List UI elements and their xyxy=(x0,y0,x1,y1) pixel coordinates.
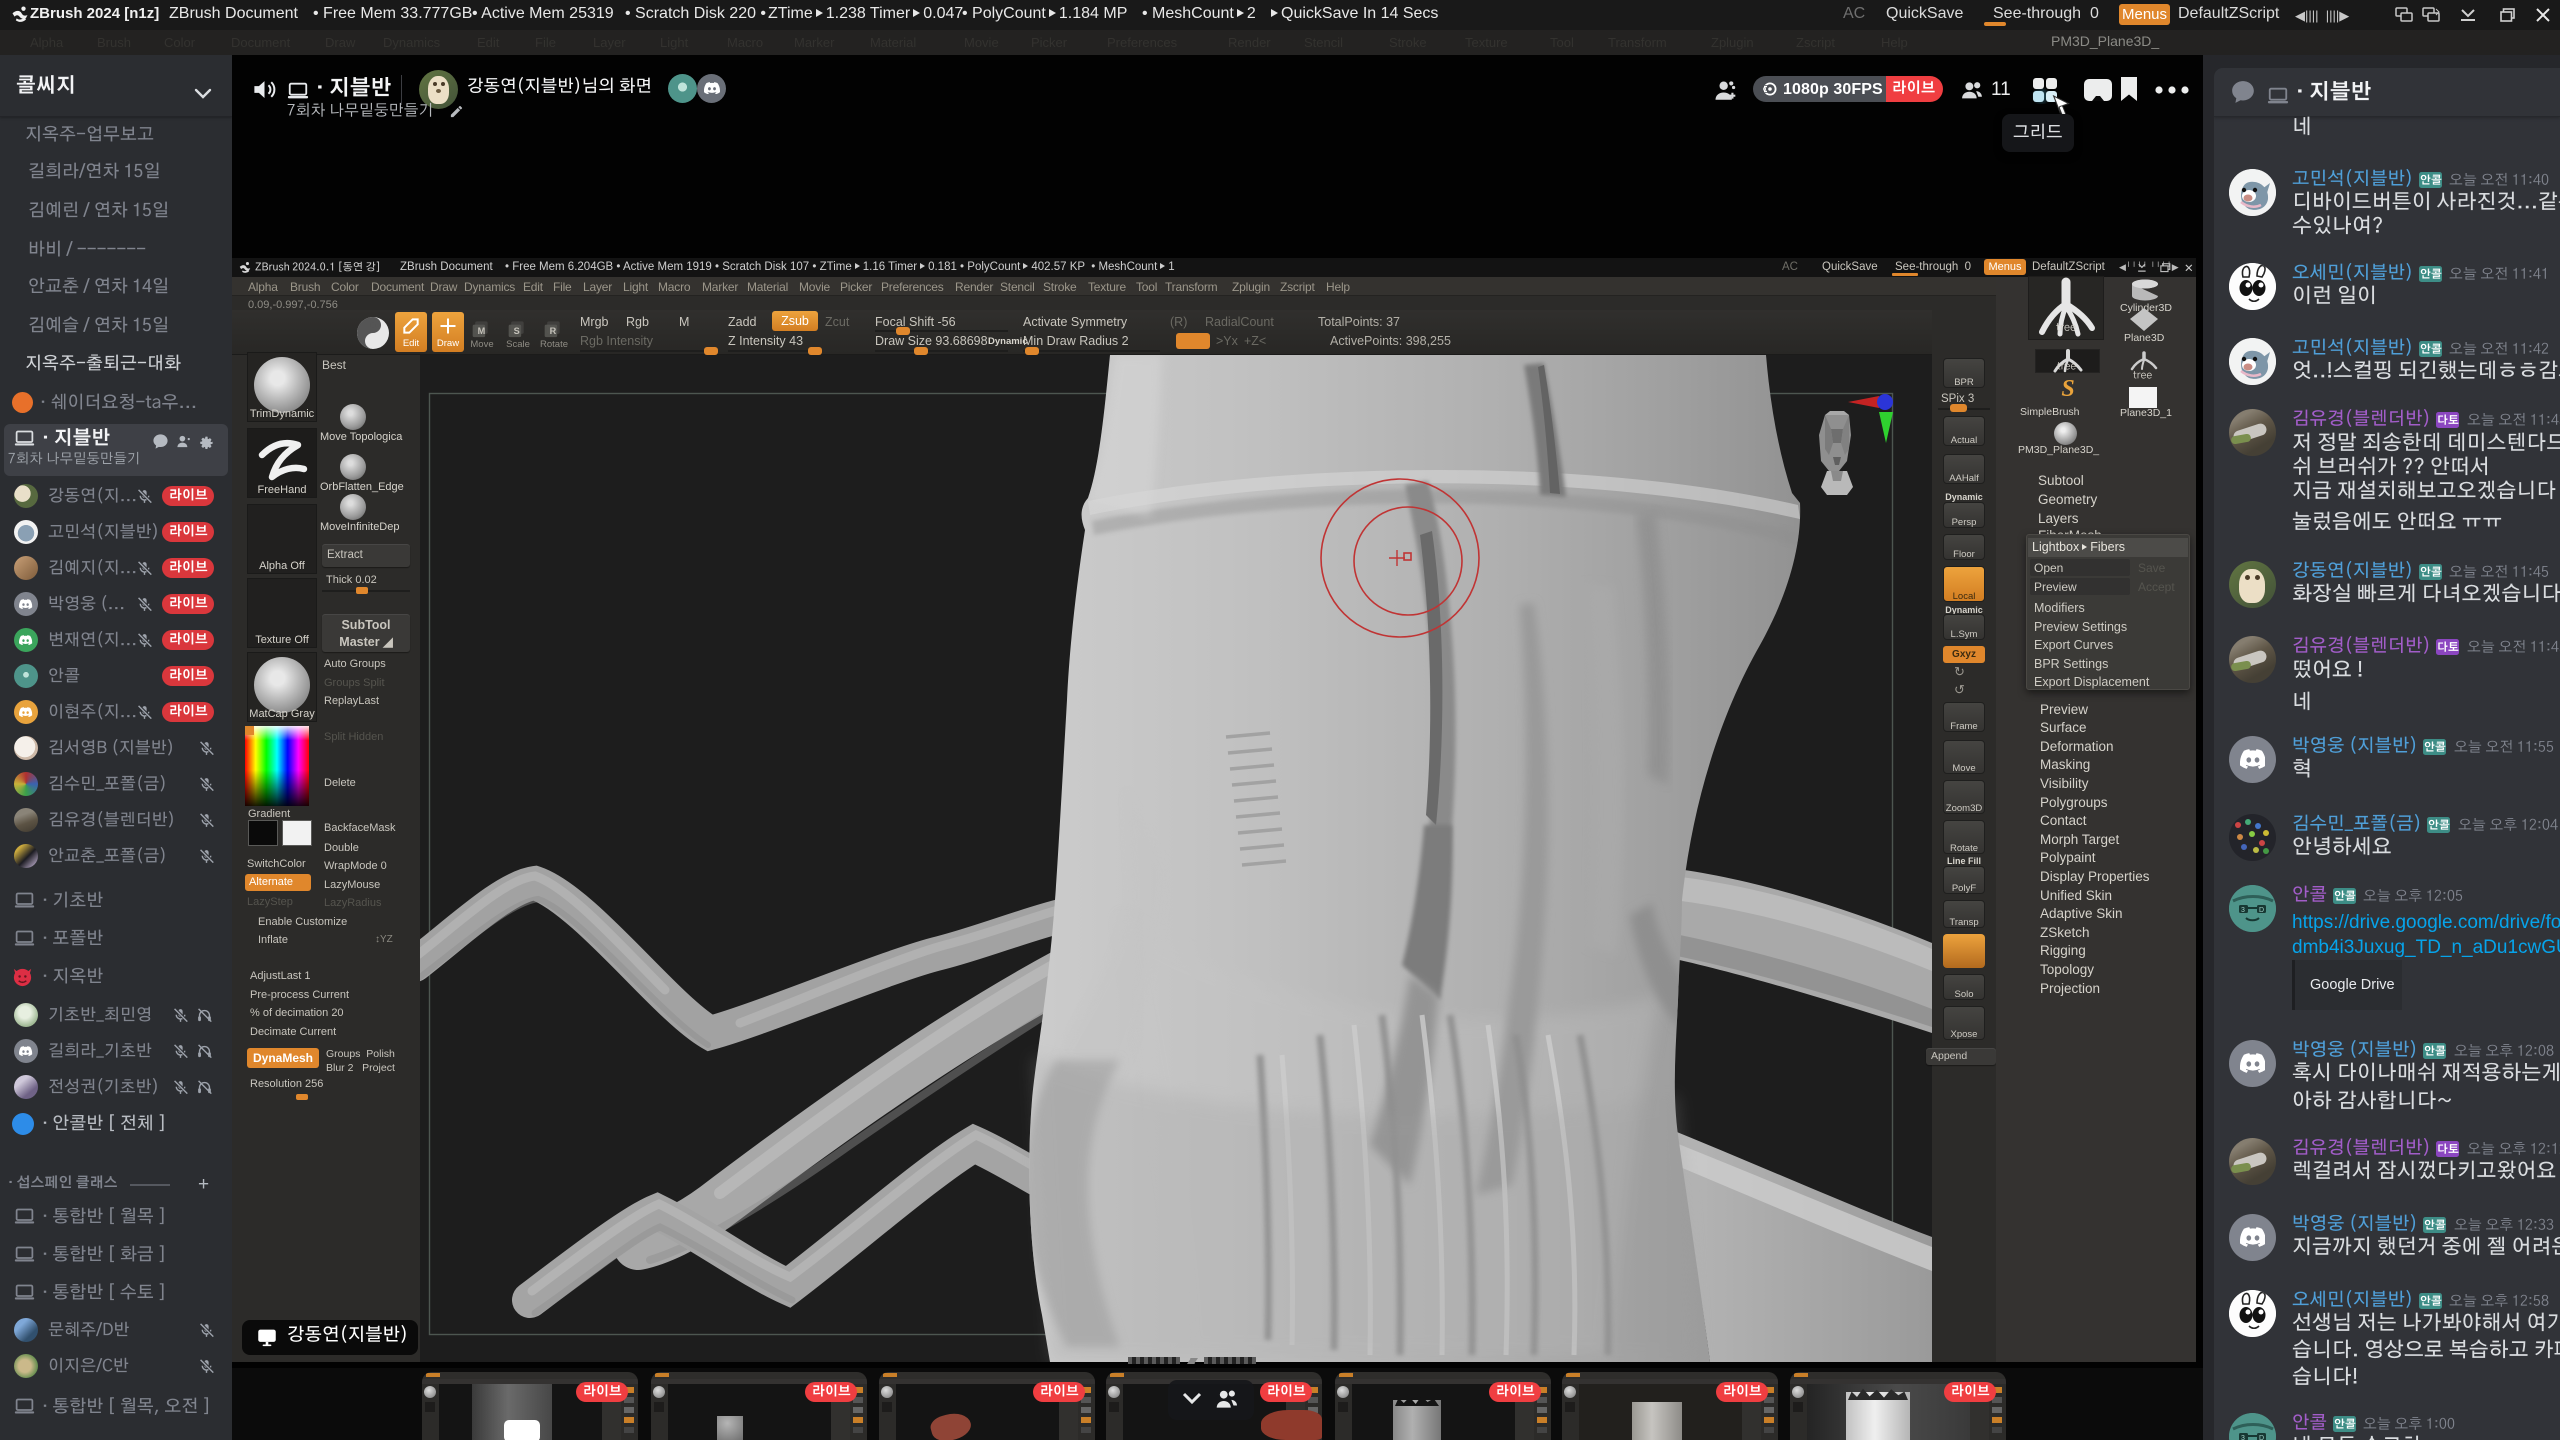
svg-text:M: M xyxy=(478,326,486,336)
svg-text:R: R xyxy=(550,326,557,336)
svg-text:D: D xyxy=(2259,907,2264,914)
svg-text:3: 3 xyxy=(2241,1435,2245,1440)
svg-text:S: S xyxy=(514,326,520,336)
svg-text:D: D xyxy=(2259,1435,2264,1440)
svg-text:3: 3 xyxy=(2241,907,2245,914)
